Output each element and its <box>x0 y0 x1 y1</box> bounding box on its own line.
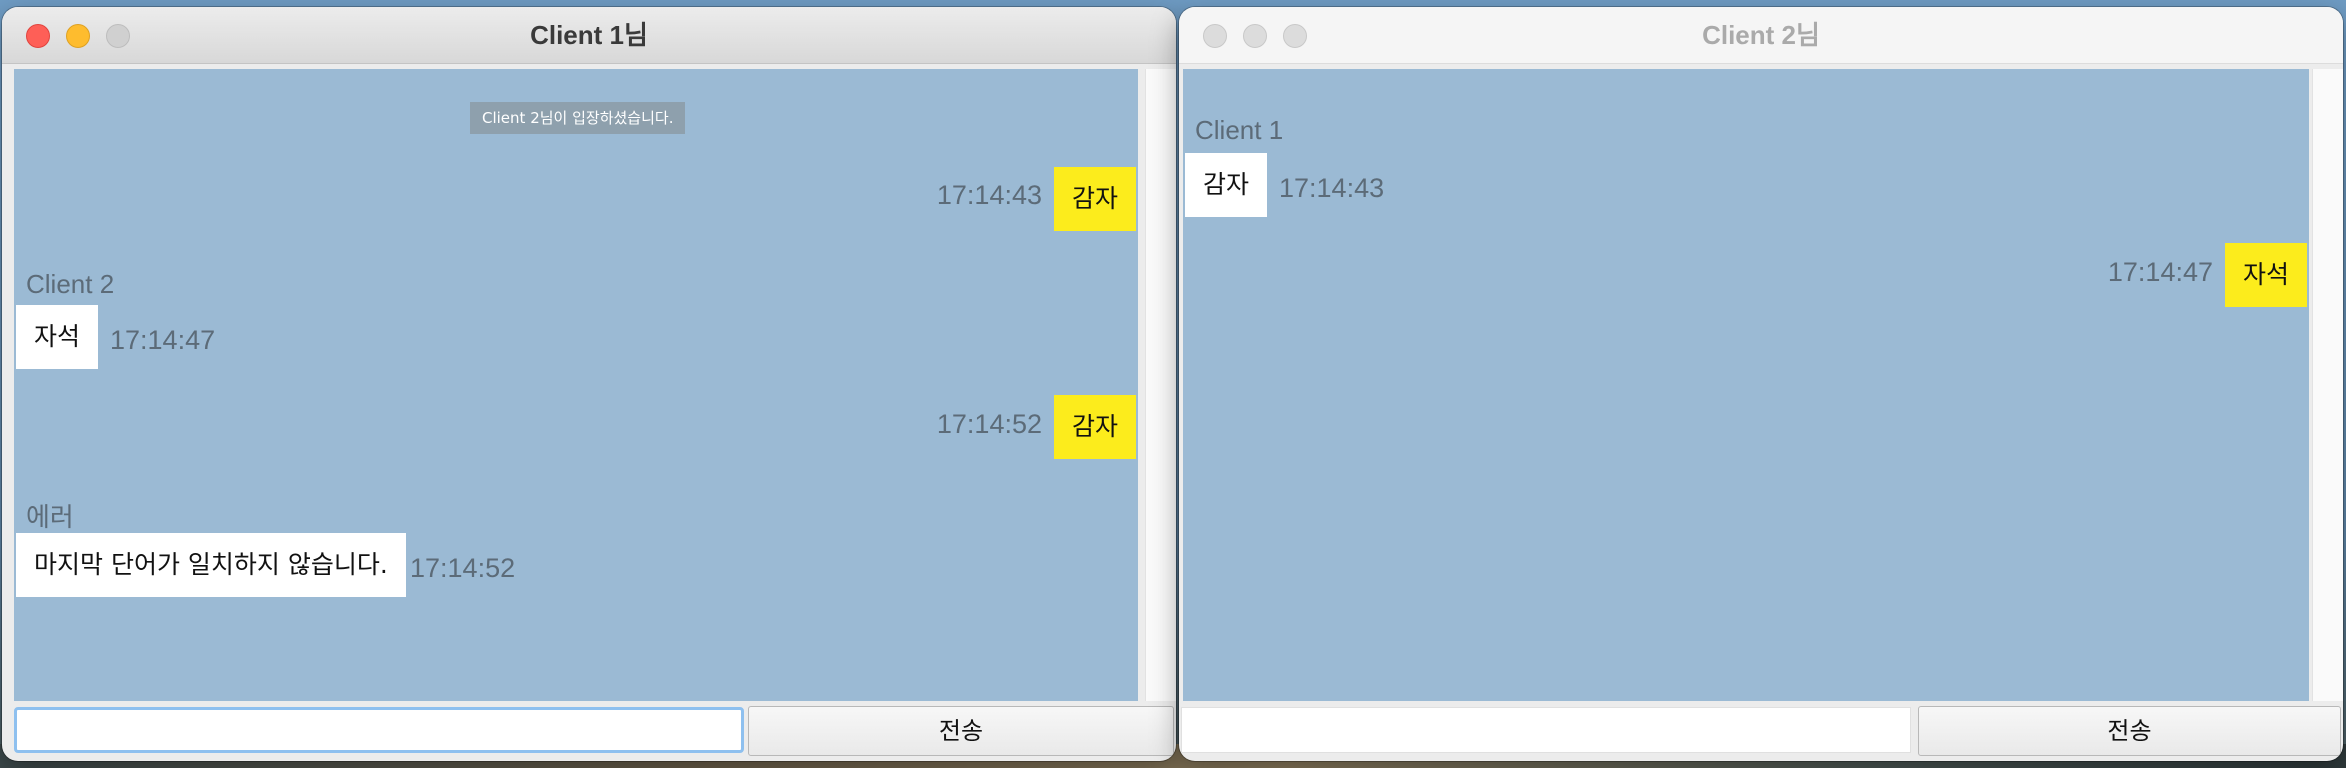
scrollbar[interactable] <box>1145 69 1176 701</box>
window-title: Client 1님 <box>530 20 648 50</box>
scrollbar[interactable] <box>2312 69 2343 701</box>
send-button[interactable]: 전송 <box>748 706 1174 756</box>
message-time: 17:14:43 <box>1279 173 1385 203</box>
message-time: 17:14:43 <box>936 180 1042 210</box>
message-time: 17:14:47 <box>2107 257 2213 287</box>
system-notice: Client 2님이 입장하셨습니다. <box>470 102 686 134</box>
sender-name: 에러 <box>26 502 74 532</box>
their-message-bubble: 자석 <box>16 305 99 369</box>
message-time: 17:14:47 <box>110 325 216 355</box>
message-time: 17:14:52 <box>936 409 1042 439</box>
chat-window-client-1: Client 1님 Client 2님이 입장하셨습니다. 17:14:43 감… <box>2 7 1176 761</box>
their-message-bubble: 감자 <box>1185 153 1268 217</box>
chat-messages-area[interactable]: Client 1 감자 17:14:43 17:14:47 자석 <box>1183 69 2309 701</box>
message-time: 17:14:52 <box>410 553 516 583</box>
my-message-bubble: 자석 <box>2224 243 2307 307</box>
chat-window-client-2: Client 2님 Client 1 감자 17:14:43 17:14:47 … <box>1179 7 2343 761</box>
sender-name: Client 2 <box>26 269 115 299</box>
window-title: Client 2님 <box>1702 20 1820 50</box>
message-input[interactable] <box>1181 707 1911 753</box>
title-bar[interactable]: Client 1님 <box>2 7 1176 64</box>
my-message-bubble: 감자 <box>1053 167 1136 231</box>
chat-messages-area[interactable]: Client 2님이 입장하셨습니다. 17:14:43 감자 Client 2… <box>14 69 1138 701</box>
title-bar[interactable]: Client 2님 <box>1179 7 2343 64</box>
their-message-bubble: 마지막 단어가 일치하지 않습니다. <box>16 533 406 597</box>
send-button[interactable]: 전송 <box>1918 706 2341 756</box>
message-input[interactable] <box>14 707 744 753</box>
sender-name: Client 1 <box>1195 115 1284 145</box>
my-message-bubble: 감자 <box>1053 395 1136 459</box>
